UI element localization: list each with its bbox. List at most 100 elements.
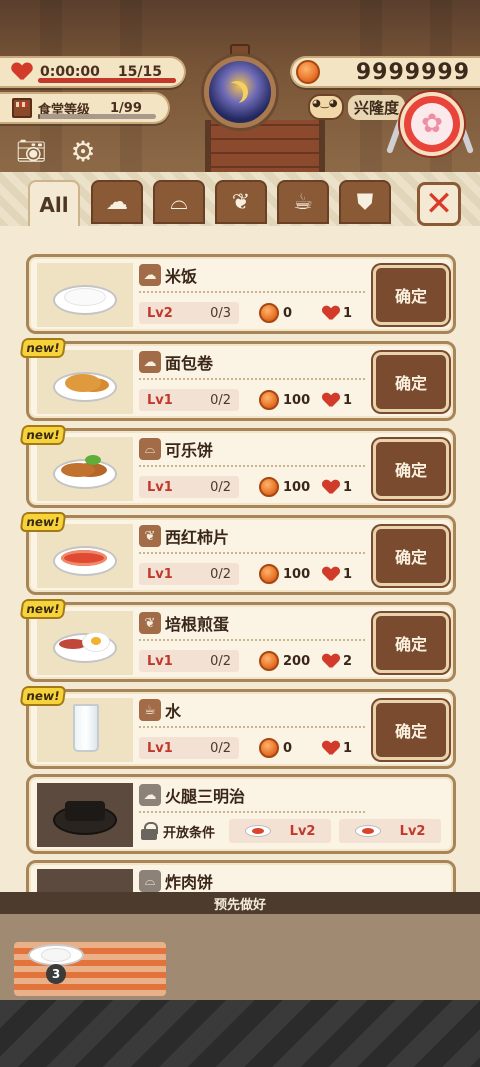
lock-icon bbox=[141, 822, 158, 840]
coin-panel[interactable]: 9999999 bbox=[290, 56, 480, 88]
dish-name-row: ☕︎ 水 bbox=[139, 698, 181, 722]
heart-cost: 1 bbox=[323, 741, 352, 756]
coin-icon bbox=[259, 738, 279, 758]
new-badge: new! bbox=[19, 512, 67, 532]
requirement: Lv2 bbox=[229, 819, 332, 843]
cost: 200 bbox=[259, 651, 319, 671]
dish-stats: Lv1 0/2 100 1 bbox=[139, 562, 365, 586]
level-box: Lv1 0/2 bbox=[139, 476, 239, 498]
dish-level: Lv1 bbox=[147, 566, 173, 582]
close-button[interactable]: ✕ bbox=[417, 182, 461, 226]
divider bbox=[139, 811, 365, 814]
tab-all[interactable]: All bbox=[28, 180, 80, 228]
coin-icon bbox=[296, 60, 320, 84]
confirm-button[interactable]: 确定 bbox=[373, 613, 449, 673]
dish-image-locked bbox=[37, 783, 133, 847]
dish-level: Lv1 bbox=[147, 740, 173, 756]
croquette-food bbox=[61, 463, 95, 477]
dish-stats: Lv2 0/3 0 1 bbox=[139, 301, 365, 325]
rice-icon: ☁ bbox=[139, 264, 161, 286]
salad-icon: ❦ bbox=[139, 612, 161, 634]
divider bbox=[139, 378, 365, 381]
dish-name: 培根煎蛋 bbox=[165, 615, 230, 634]
dish-card: new! ❦ 西红柿片 Lv1 0/2 100 1 确定 bbox=[19, 512, 456, 595]
dish-level: Lv1 bbox=[147, 479, 173, 495]
bread-roll-food bbox=[65, 374, 101, 392]
unlock-conditions: 开放条件 Lv2 Lv2 bbox=[141, 819, 442, 843]
coin-count: 9999999 bbox=[355, 59, 470, 85]
dish-image bbox=[37, 350, 133, 414]
tomato-slices-food bbox=[61, 550, 107, 566]
coin-icon bbox=[259, 477, 279, 497]
heart-icon bbox=[12, 63, 32, 81]
hearts-timer-panel: 0:00:00 15/15 bbox=[0, 56, 186, 88]
dish-card: new! ❦ 培根煎蛋 Lv1 0/2 200 2 确定 bbox=[19, 599, 456, 682]
hearts-bar bbox=[38, 78, 176, 83]
tab-main[interactable]: ⌓ bbox=[153, 180, 205, 224]
divider bbox=[139, 465, 365, 468]
dish-name: 水 bbox=[165, 702, 182, 721]
dish-card: new! ☕︎ 水 Lv1 0/2 0 1 确定 bbox=[19, 686, 456, 769]
rice-icon: ☁ bbox=[139, 351, 161, 373]
confirm-button[interactable]: 确定 bbox=[373, 352, 449, 412]
requirement: Lv2 bbox=[339, 819, 442, 843]
cloche-icon: ⌓ bbox=[170, 189, 188, 215]
rice-food bbox=[65, 289, 105, 305]
dish-name-row: ☁ 米饭 bbox=[139, 263, 197, 287]
heart-icon bbox=[323, 654, 339, 668]
cloche-icon: ⌓ bbox=[139, 870, 161, 892]
category-tabs: All ☁ ⌓ ❦ ☕︎ ⛊ bbox=[0, 172, 480, 228]
level-box: Lv1 0/2 bbox=[139, 737, 239, 759]
dish-name-row: ❦ 培根煎蛋 bbox=[139, 611, 229, 635]
heart-icon bbox=[323, 741, 339, 755]
coin-icon bbox=[259, 651, 279, 671]
tab-salad[interactable]: ❦ bbox=[215, 180, 267, 224]
water-glass bbox=[73, 704, 99, 752]
coin-icon bbox=[259, 564, 279, 584]
divider bbox=[139, 726, 365, 729]
dish-level: Lv2 bbox=[147, 305, 173, 321]
cost: 0 bbox=[259, 303, 319, 323]
camera-button[interactable]: 📷︎ bbox=[14, 134, 48, 168]
cafeteria-bar bbox=[38, 114, 156, 119]
dish-stats: Lv1 0/2 100 1 bbox=[139, 388, 365, 412]
level-box: Lv1 0/2 bbox=[139, 389, 239, 411]
cost: 100 bbox=[259, 390, 319, 410]
dish-name: 火腿三明治 bbox=[165, 787, 246, 806]
settings-button[interactable]: ⚙ bbox=[66, 134, 100, 168]
new-badge: new! bbox=[19, 599, 67, 619]
confirm-button[interactable]: 确定 bbox=[373, 700, 449, 760]
prepare-ahead-label: 预先做好 bbox=[213, 897, 266, 913]
sandwich-silhouette bbox=[65, 801, 105, 821]
dish-heart-cost: 1 bbox=[343, 740, 353, 756]
new-badge: new! bbox=[19, 686, 67, 706]
confirm-button[interactable]: 确定 bbox=[373, 439, 449, 499]
cost: 0 bbox=[259, 738, 319, 758]
confirm-button[interactable]: 确定 bbox=[373, 526, 449, 586]
dish-list-panel[interactable]: ☁ 米饭 Lv2 0/3 0 1 确定 new! ☁ 面包卷 Lv1 0/2 1… bbox=[0, 226, 480, 892]
shop-icon bbox=[12, 98, 32, 118]
dish-card: new! ☁ 面包卷 Lv1 0/2 100 1 确定 bbox=[19, 338, 456, 421]
new-badge: new! bbox=[19, 338, 67, 358]
tab-rice[interactable]: ☁ bbox=[91, 180, 143, 224]
coin-icon bbox=[259, 390, 279, 410]
confirm-button[interactable]: 确定 bbox=[373, 265, 449, 325]
locked-dish-card: ☁ 火腿三明治 开放条件 Lv2 Lv2 bbox=[26, 774, 456, 854]
dish-name-row: ⌓ 炸肉饼 bbox=[139, 869, 213, 892]
prosperity-plate-button[interactable]: ✿ bbox=[400, 92, 464, 156]
dish-name: 可乐饼 bbox=[165, 441, 214, 460]
cafeteria-level-panel[interactable]: 食堂等级 1/99 bbox=[0, 92, 170, 124]
prosperity-text: 兴隆度 bbox=[348, 94, 406, 120]
dish-quantity: 0/2 bbox=[210, 392, 231, 408]
new-label: new! bbox=[25, 515, 61, 529]
prepare-ahead-bar: 预先做好 bbox=[0, 892, 480, 914]
tab-dessert[interactable]: ⛊ bbox=[339, 180, 391, 224]
dish-image bbox=[37, 611, 133, 675]
divider bbox=[139, 291, 365, 294]
tab-drink[interactable]: ☕︎ bbox=[277, 180, 329, 224]
dish-cost: 100 bbox=[283, 392, 311, 408]
day-night-clock[interactable] bbox=[204, 56, 276, 128]
dish-heart-cost: 1 bbox=[343, 392, 353, 408]
unlock-label: 开放条件 bbox=[163, 825, 216, 841]
rice-icon: ☁ bbox=[139, 784, 161, 806]
